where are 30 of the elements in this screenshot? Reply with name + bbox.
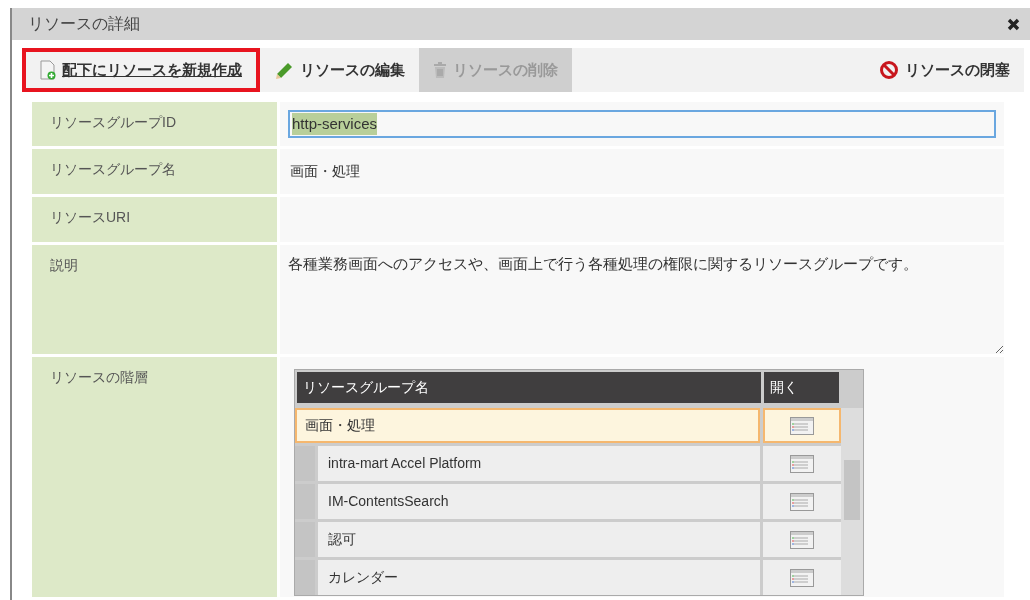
list-window-icon[interactable] [790,568,814,587]
field-label: リソースURI [32,197,277,242]
input-field[interactable]: http-services [288,110,996,138]
trash-icon [433,61,447,79]
field-label: リソースグループID [32,102,277,146]
prohibited-icon [879,60,899,80]
toolbar-button[interactable]: リソースの編集 [260,48,419,92]
new-document-icon [40,60,56,80]
toolbar-button[interactable]: リソースの閉塞 [865,48,1024,92]
close-icon[interactable] [1007,17,1020,31]
description-field[interactable]: 各種業務画面へのアクセスや、画面上で行う各種処理の権限に関するリソースグループです。 [280,245,1004,354]
field-label: 説明 [32,245,277,354]
field-label: リソースの階層 [32,357,277,597]
tree-item[interactable]: 画面・処理 [295,408,760,443]
column-header: リソースグループ名 [302,378,430,397]
tree-item[interactable]: intra-mart Accel Platform [318,446,760,481]
window-title: リソースの詳細 [28,14,140,34]
create-link[interactable]: 配下にリソースを新規作成 [22,48,260,92]
tree-item[interactable]: 認可 [318,522,760,557]
column-header: 開く [761,372,839,403]
scrollbar[interactable] [841,408,863,595]
tree-item[interactable]: IM-ContentsSearch [318,484,760,519]
list-window-icon[interactable] [790,492,814,511]
list-window-icon[interactable] [790,530,814,549]
pencil-icon [274,61,294,79]
field-label: リソースグループ名 [32,149,277,194]
list-window-icon[interactable] [790,416,814,435]
tree-item[interactable]: カレンダー [318,560,760,595]
list-window-icon[interactable] [790,454,814,473]
field-value: 画面・処理 [290,163,360,179]
